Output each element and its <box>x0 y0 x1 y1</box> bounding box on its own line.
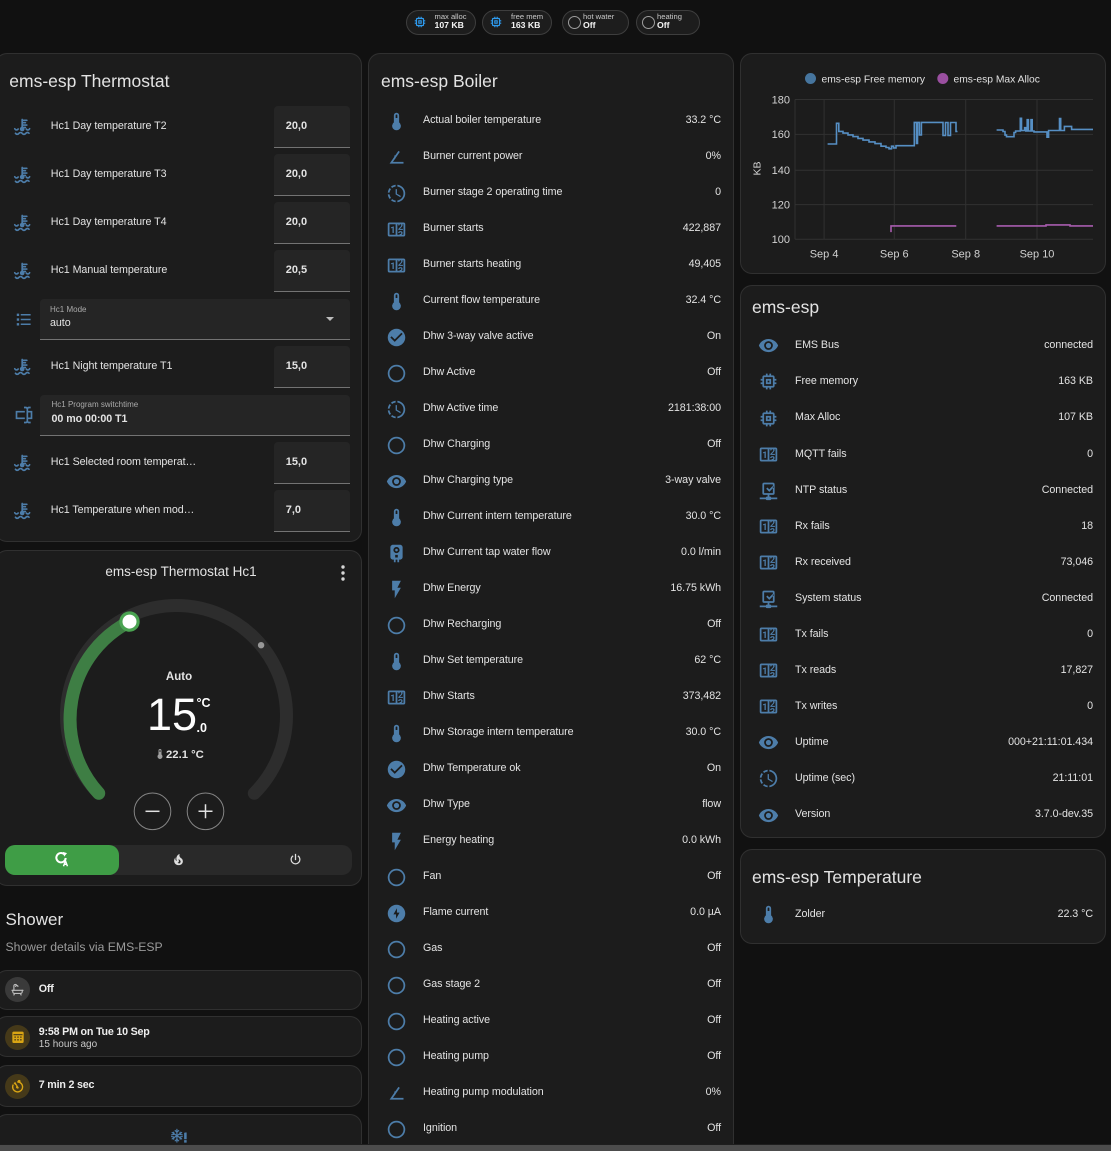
svg-text:160: 160 <box>772 129 790 141</box>
svg-text:180: 180 <box>772 94 790 106</box>
svg-text:Sep 4: Sep 4 <box>810 248 839 260</box>
svg-text:ems-esp Max Alloc: ems-esp Max Alloc <box>954 74 1040 85</box>
svg-text:ems-esp Free memory: ems-esp Free memory <box>822 74 926 85</box>
svg-text:120: 120 <box>772 199 790 211</box>
svg-text:KB: KB <box>752 161 764 175</box>
svg-text:Sep 8: Sep 8 <box>951 248 980 260</box>
svg-text:100: 100 <box>772 234 790 246</box>
svg-text:Sep 6: Sep 6 <box>880 248 909 260</box>
svg-text:Sep 10: Sep 10 <box>1020 248 1055 260</box>
svg-text:140: 140 <box>772 165 790 177</box>
